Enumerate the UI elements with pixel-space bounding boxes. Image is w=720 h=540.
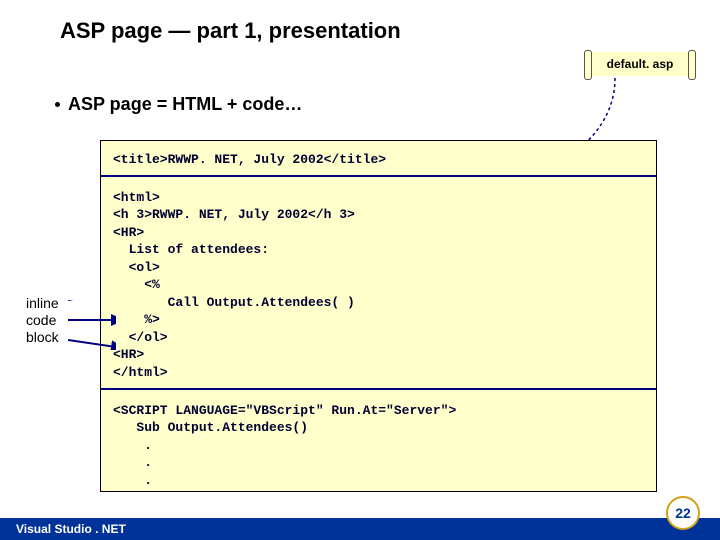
code-segment-3: <SCRIPT LANGUAGE="VBScript" Run.At="Serv… [101,392,656,494]
footer-bar: Visual Studio . NET [0,518,720,540]
code-segment-1: <title>RWWP. NET, July 2002</title> [101,141,656,173]
code-box: <title>RWWP. NET, July 2002</title> <htm… [100,140,657,492]
page-number-badge: 22 [666,496,700,530]
code-separator-1 [101,175,656,177]
filename-scroll: default. asp [590,52,690,76]
annotation-arrow [68,300,116,350]
slide-title: ASP page — part 1, presentation [60,18,401,44]
annotation-line-2: code [26,312,59,329]
code-separator-2 [101,388,656,390]
code-segment-2: <html> <h 3>RWWP. NET, July 2002</h 3> <… [101,179,656,386]
annotation-line-1: inline [26,295,59,312]
bullet-dot [55,102,60,107]
slide: ASP page — part 1, presentation default.… [0,0,720,540]
annotation-line-3: block [26,329,59,346]
bullet-text: ASP page = HTML + code… [68,94,302,115]
annotation-inline-code-block: inline code block [26,295,59,345]
